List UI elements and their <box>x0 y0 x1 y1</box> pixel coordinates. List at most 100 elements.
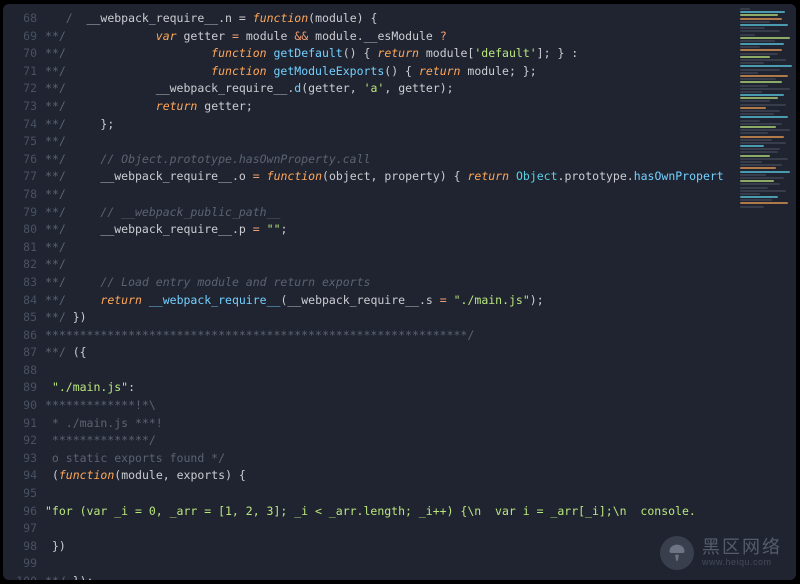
minimap-line <box>740 104 786 106</box>
code-line[interactable]: **/ function getDefault() { return modul… <box>45 45 734 63</box>
minimap-line <box>740 202 788 204</box>
code-area[interactable]: / __webpack_require__.n = function(modul… <box>45 4 734 580</box>
code-line[interactable]: }) <box>45 538 734 556</box>
code-line[interactable] <box>45 362 734 380</box>
line-number-gutter: 6869707172737475767778798081828384858687… <box>3 4 45 580</box>
line-number: 89 <box>3 379 37 397</box>
minimap-line <box>740 97 778 99</box>
code-line[interactable] <box>45 485 734 503</box>
minimap-line <box>740 100 770 102</box>
minimap-line <box>740 53 778 55</box>
minimap-line <box>740 88 790 90</box>
minimap-line <box>740 161 762 163</box>
minimap-line <box>740 21 770 23</box>
minimap-line <box>740 120 760 122</box>
line-number: 69 <box>3 28 37 46</box>
minimap-line <box>740 180 774 182</box>
line-number: 99 <box>3 555 37 573</box>
minimap-line <box>740 11 785 13</box>
line-number: 93 <box>3 450 37 468</box>
code-line[interactable]: **/ ({ <box>45 344 734 362</box>
code-line[interactable]: o static exports found */ <box>45 450 734 468</box>
code-line[interactable]: **/ __webpack_require__.d(getter, 'a', g… <box>45 80 734 98</box>
minimap-line <box>740 190 786 192</box>
line-number: 92 <box>3 432 37 450</box>
code-line[interactable]: **/ }) <box>45 309 734 327</box>
code-line[interactable]: *************!*\ <box>45 397 734 415</box>
code-line[interactable]: **/ }; <box>45 116 734 134</box>
line-number: 76 <box>3 151 37 169</box>
minimap-line <box>740 72 758 74</box>
minimap-line <box>740 107 766 109</box>
line-number: 73 <box>3 98 37 116</box>
code-line[interactable]: "./main.js": <box>45 379 734 397</box>
minimap[interactable] <box>734 4 796 580</box>
minimap-line <box>740 30 780 32</box>
minimap-line <box>740 37 790 39</box>
line-number: 85 <box>3 309 37 327</box>
line-number: 97 <box>3 520 37 538</box>
line-number: 100 <box>3 573 37 580</box>
minimap-line <box>740 14 778 16</box>
code-line[interactable]: * ./main.js ***! <box>45 415 734 433</box>
code-line[interactable]: **/ var getter = module && module.__esMo… <box>45 28 734 46</box>
minimap-line <box>740 91 762 93</box>
minimap-line <box>740 34 755 36</box>
code-line[interactable]: **************/ <box>45 432 734 450</box>
line-number: 79 <box>3 204 37 222</box>
code-line[interactable] <box>45 555 734 573</box>
code-line[interactable] <box>45 520 734 538</box>
code-line[interactable]: **/ // Load entry module and return expo… <box>45 274 734 292</box>
minimap-line <box>740 110 780 112</box>
code-line[interactable]: "for (var _i = 0, _arr = [1, 2, 3]; _i <… <box>45 503 734 521</box>
minimap-line <box>740 199 772 201</box>
minimap-line <box>740 78 776 80</box>
line-number: 71 <box>3 63 37 81</box>
minimap-line <box>740 24 788 26</box>
code-line[interactable]: / __webpack_require__.n = function(modul… <box>45 10 734 28</box>
code-line[interactable]: **/ <box>45 133 734 151</box>
minimap-line <box>740 75 788 77</box>
line-number: 94 <box>3 467 37 485</box>
code-line[interactable]: **/ <box>45 256 734 274</box>
minimap-line <box>740 43 784 45</box>
code-line[interactable]: **/ <box>45 239 734 257</box>
code-line[interactable]: **/ __webpack_require__.p = ""; <box>45 221 734 239</box>
line-number: 98 <box>3 538 37 556</box>
minimap-line <box>740 187 768 189</box>
minimap-line <box>740 171 790 173</box>
code-line[interactable]: (function(module, exports) { <box>45 467 734 485</box>
line-number: 84 <box>3 292 37 310</box>
line-number: 77 <box>3 168 37 186</box>
code-line[interactable]: **/ }); <box>45 573 734 580</box>
code-line[interactable]: **/ return getter; <box>45 98 734 116</box>
line-number: 70 <box>3 45 37 63</box>
line-number: 68 <box>3 10 37 28</box>
code-editor[interactable]: 6869707172737475767778798081828384858687… <box>3 4 796 580</box>
line-number: 83 <box>3 274 37 292</box>
code-line[interactable]: **/ function getModuleExports() { return… <box>45 63 734 81</box>
code-line[interactable]: **/ <box>45 186 734 204</box>
minimap-line <box>740 177 784 179</box>
line-number: 90 <box>3 397 37 415</box>
code-line[interactable]: **/ __webpack_require__.o = function(obj… <box>45 168 734 186</box>
minimap-line <box>740 196 778 198</box>
minimap-line <box>740 69 780 71</box>
minimap-line <box>740 206 764 208</box>
minimap-line <box>740 113 774 115</box>
line-number: 88 <box>3 362 37 380</box>
minimap-line <box>740 46 760 48</box>
line-number: 96 <box>3 503 37 521</box>
minimap-line <box>740 136 784 138</box>
minimap-line <box>740 81 782 83</box>
minimap-line <box>740 27 765 29</box>
code-line[interactable]: **/ // __webpack_public_path__ <box>45 204 734 222</box>
minimap-line <box>740 193 760 195</box>
code-line[interactable]: **/ return __webpack_require__(__webpack… <box>45 292 734 310</box>
line-number: 87 <box>3 344 37 362</box>
code-line[interactable]: **/ // Object.prototype.hasOwnProperty.c… <box>45 151 734 169</box>
code-line[interactable]: ****************************************… <box>45 327 734 345</box>
minimap-line <box>740 65 792 67</box>
minimap-line <box>740 164 782 166</box>
line-number: 72 <box>3 80 37 98</box>
